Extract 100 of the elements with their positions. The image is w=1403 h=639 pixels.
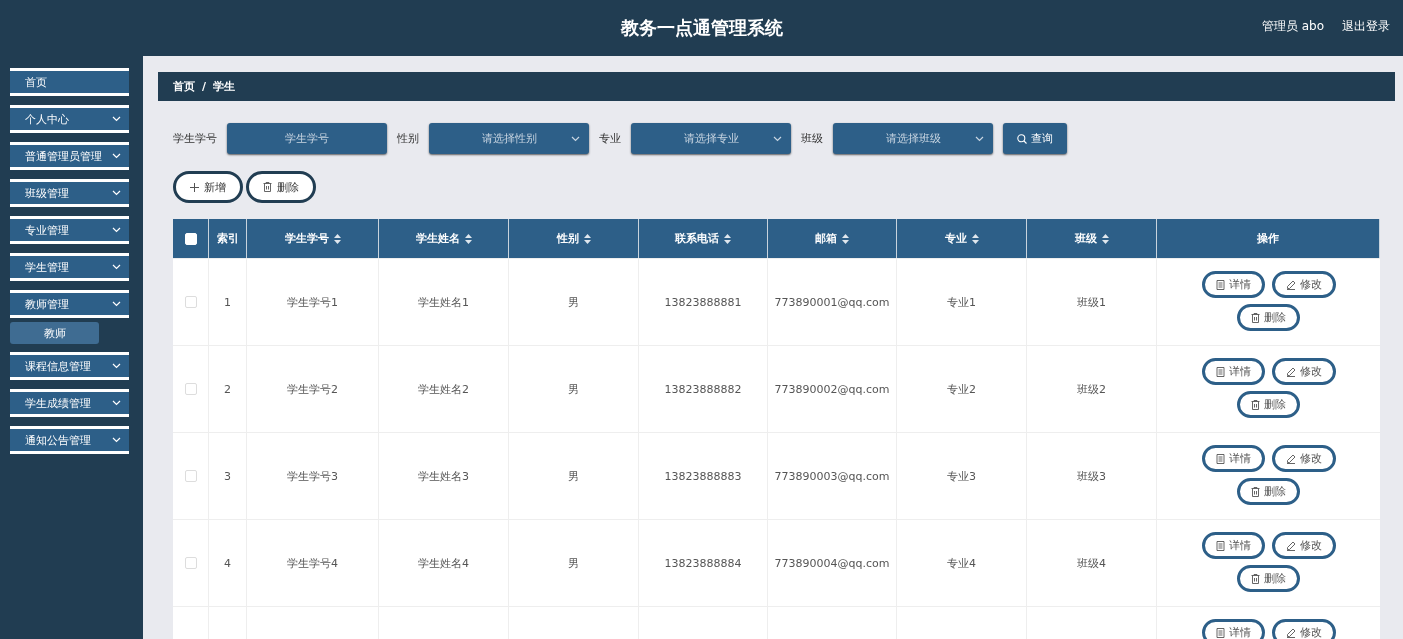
table-cell: 773890001@qq.com bbox=[768, 259, 897, 345]
select-field[interactable]: 请选择专业 bbox=[631, 123, 791, 154]
sort-icon[interactable] bbox=[1101, 233, 1109, 244]
detail-button[interactable]: 详情 bbox=[1201, 445, 1265, 472]
edit-button[interactable]: 修改 bbox=[1271, 619, 1336, 639]
chevron-down-icon bbox=[112, 227, 121, 233]
table-cell: 1 bbox=[209, 259, 247, 345]
table-cell: 学生学号3 bbox=[247, 433, 379, 519]
pencil-icon bbox=[1285, 366, 1296, 377]
delete-button[interactable]: 删除 bbox=[1237, 304, 1300, 331]
edit-button[interactable]: 修改 bbox=[1271, 358, 1336, 385]
table-cell: 学生学号4 bbox=[247, 520, 379, 606]
breadcrumb-separator: / bbox=[202, 80, 207, 93]
delete-button[interactable]: 删除 bbox=[1237, 391, 1300, 418]
sort-icon[interactable] bbox=[842, 233, 849, 244]
table-cell: 4 bbox=[209, 520, 247, 606]
select-field[interactable]: 请选择性别 bbox=[429, 123, 589, 154]
pencil-icon bbox=[1285, 453, 1296, 464]
chevron-down-icon bbox=[112, 153, 121, 159]
sidebar-item[interactable]: 学生管理 bbox=[10, 253, 129, 281]
detail-button[interactable]: 详情 bbox=[1201, 532, 1265, 559]
table-cell: 男 bbox=[509, 433, 639, 519]
sidebar-item[interactable]: 通知公告管理 bbox=[10, 426, 129, 454]
row-checkbox[interactable] bbox=[184, 383, 197, 395]
table-cell: 3 bbox=[209, 433, 247, 519]
table-cell: 学生学号1 bbox=[247, 259, 379, 345]
trash-icon bbox=[1251, 573, 1260, 584]
delete-button[interactable]: 删除 bbox=[1237, 478, 1300, 505]
table-cell: 男 bbox=[509, 346, 639, 432]
sort-icon[interactable] bbox=[724, 233, 731, 244]
delete-button[interactable]: 删除 bbox=[1237, 565, 1300, 592]
column-title: 邮箱 bbox=[815, 231, 837, 246]
sort-icon[interactable] bbox=[583, 233, 591, 244]
pencil-icon bbox=[1285, 540, 1296, 551]
detail-button[interactable]: 详情 bbox=[1201, 358, 1265, 385]
filter-label: 班级 bbox=[801, 131, 823, 146]
table-cell: 13823888883 bbox=[639, 433, 768, 519]
filter-label: 性别 bbox=[397, 131, 419, 146]
trash-icon bbox=[263, 182, 272, 192]
detail-button[interactable]: 详情 bbox=[1201, 619, 1265, 639]
sidebar-item[interactable]: 专业管理 bbox=[10, 216, 129, 244]
logout-link[interactable]: 退出登录 bbox=[1342, 18, 1390, 35]
search-button[interactable]: 查询 bbox=[1003, 123, 1067, 154]
table-cell: 2 bbox=[209, 346, 247, 432]
select-all-checkbox[interactable] bbox=[184, 232, 197, 245]
table-cell: 773890002@qq.com bbox=[768, 346, 897, 432]
column-title: 索引 bbox=[216, 231, 239, 246]
row-checkbox[interactable] bbox=[184, 557, 197, 569]
sort-icon[interactable] bbox=[464, 233, 472, 244]
chevron-down-icon bbox=[112, 437, 121, 443]
table-cell: 专业4 bbox=[897, 520, 1027, 606]
trash-icon bbox=[1251, 399, 1260, 410]
chevron-down-icon bbox=[112, 116, 121, 122]
chevron-down-icon bbox=[773, 136, 782, 142]
search-field[interactable]: 学生学号 bbox=[227, 123, 387, 154]
sidebar-item[interactable]: 普通管理员管理 bbox=[10, 142, 129, 170]
sidebar-item[interactable]: 个人中心 bbox=[10, 105, 129, 133]
table-cell: 男 bbox=[509, 259, 639, 345]
table-cell: 专业3 bbox=[897, 433, 1027, 519]
table-cell: 班级2 bbox=[1027, 346, 1157, 432]
row-checkbox[interactable] bbox=[184, 470, 197, 482]
sidebar-item[interactable]: 教师管理 bbox=[10, 290, 129, 318]
column-title: 班级 bbox=[1074, 231, 1097, 246]
edit-button[interactable]: 修改 bbox=[1271, 532, 1336, 559]
delete-button[interactable]: 删除 bbox=[246, 171, 316, 203]
column-title: 联系电话 bbox=[675, 231, 719, 246]
table-cell: 专业1 bbox=[897, 259, 1027, 345]
user-name: 管理员 abo bbox=[1261, 18, 1324, 35]
submenu-item[interactable]: 教师 bbox=[10, 322, 99, 344]
sidebar-item[interactable]: 首页 bbox=[10, 68, 129, 96]
table-cell: 13823888882 bbox=[639, 346, 768, 432]
chevron-down-icon bbox=[975, 136, 984, 142]
edit-button[interactable]: 修改 bbox=[1271, 271, 1336, 298]
table-cell: 13823888881 bbox=[639, 259, 768, 345]
table-cell: 13823888884 bbox=[639, 520, 768, 606]
sidebar-item[interactable]: 课程信息管理 bbox=[10, 352, 129, 380]
sidebar-item[interactable]: 班级管理 bbox=[10, 179, 129, 207]
add-button[interactable]: 新增 bbox=[173, 171, 243, 203]
edit-button[interactable]: 修改 bbox=[1271, 445, 1336, 472]
chevron-down-icon bbox=[112, 400, 121, 406]
document-icon bbox=[1215, 453, 1225, 464]
table-cell: 773890003@qq.com bbox=[768, 433, 897, 519]
chevron-down-icon bbox=[112, 190, 121, 196]
select-field[interactable]: 请选择班级 bbox=[833, 123, 993, 154]
detail-button[interactable]: 详情 bbox=[1201, 271, 1265, 298]
breadcrumb-link[interactable]: 首页 bbox=[173, 79, 195, 94]
sidebar-item[interactable]: 学生成绩管理 bbox=[10, 389, 129, 417]
breadcrumb-link[interactable]: 学生 bbox=[213, 79, 236, 94]
table-cell: 学生学号2 bbox=[247, 346, 379, 432]
pencil-icon bbox=[1285, 279, 1296, 290]
sort-icon[interactable] bbox=[971, 233, 979, 244]
chevron-down-icon bbox=[112, 301, 121, 307]
document-icon bbox=[1215, 366, 1225, 377]
table-cell: 773890004@qq.com bbox=[768, 520, 897, 606]
sort-icon[interactable] bbox=[333, 233, 341, 244]
trash-icon bbox=[1251, 312, 1260, 323]
column-title: 性别 bbox=[556, 231, 579, 246]
table-cell: 班级4 bbox=[1027, 520, 1157, 606]
chevron-down-icon bbox=[571, 136, 580, 142]
row-checkbox[interactable] bbox=[184, 296, 197, 308]
